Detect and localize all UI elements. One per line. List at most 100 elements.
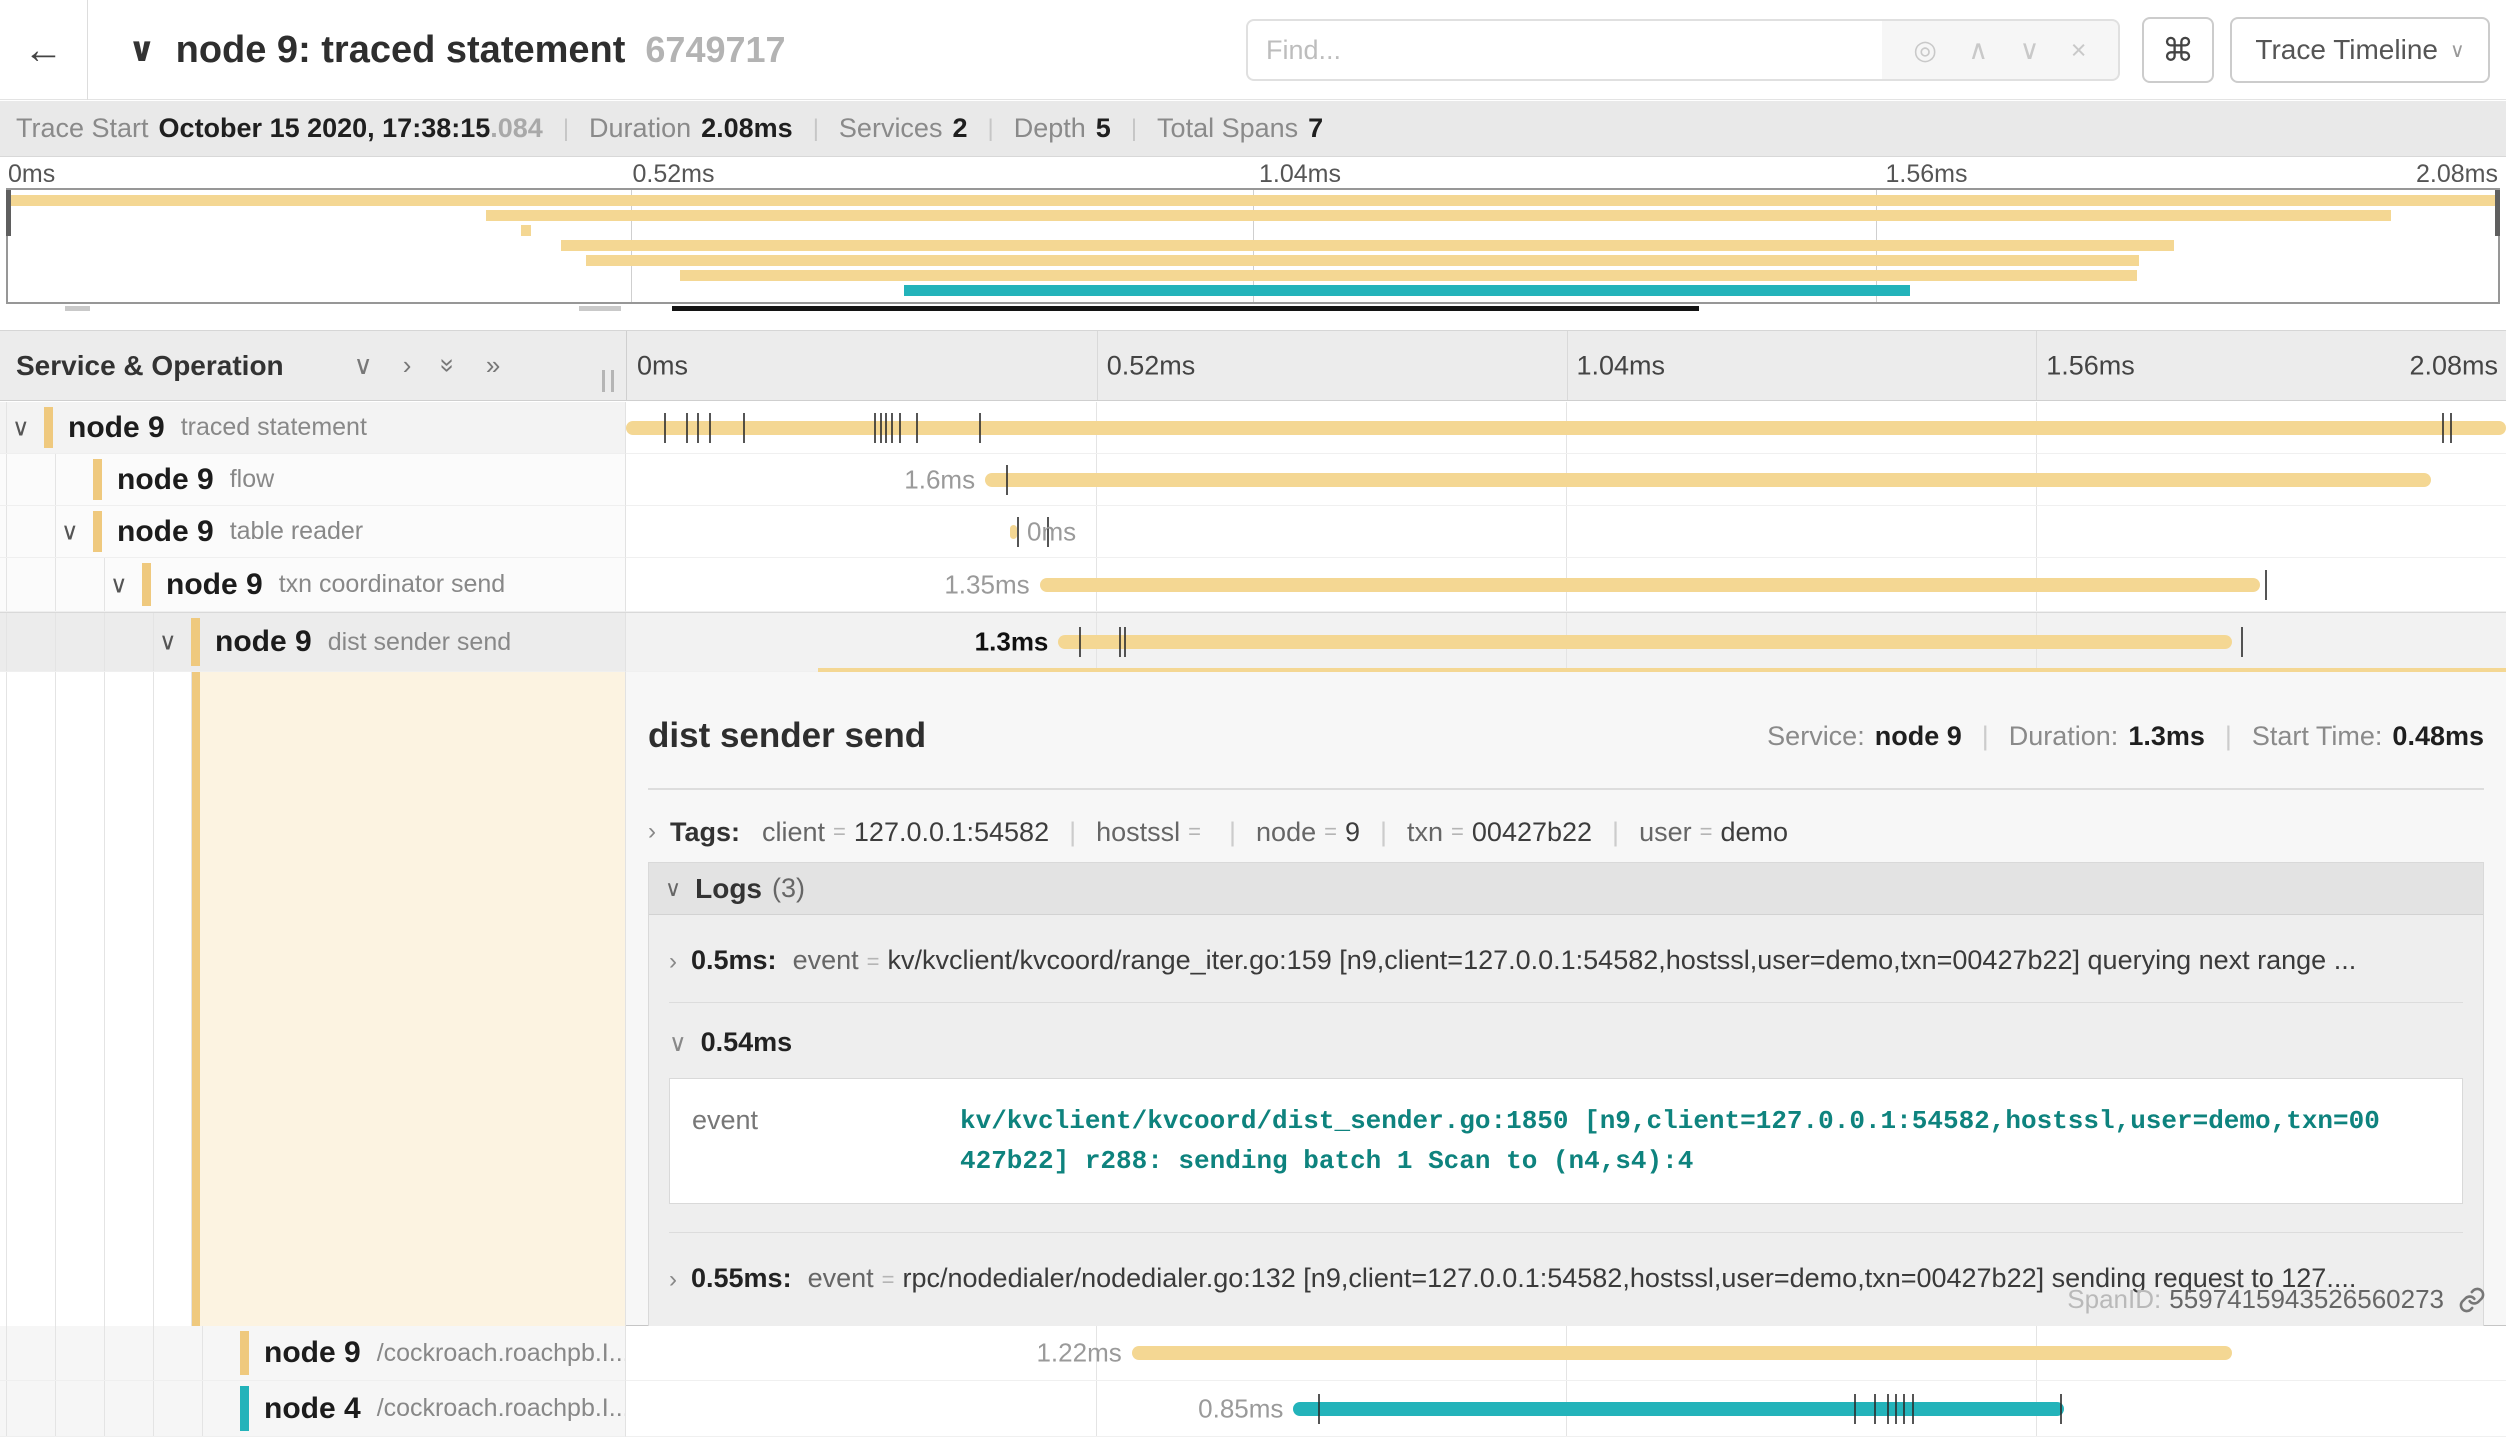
span-color-swatch: [142, 563, 151, 606]
span-row[interactable]: ∨node 9txn coordinator send1.35ms: [0, 558, 2506, 612]
span-bar[interactable]: [1010, 525, 1018, 539]
summary-label: Duration: [589, 113, 691, 144]
service-name: node 9: [117, 515, 214, 549]
log-entry-row[interactable]: ∨0.54ms: [669, 1027, 2463, 1058]
span-row[interactable]: node 9/cockroach.roachpb.I...1.22ms: [0, 1326, 2506, 1381]
column-resizer-grip[interactable]: [602, 370, 614, 392]
trace-summary-bar: Trace StartOctober 15 2020, 17:38:15.084…: [0, 101, 2506, 157]
minimap-scrubber-strip[interactable]: [0, 306, 2506, 312]
minimap-axis: 0ms0.52ms1.04ms1.56ms2.08ms: [0, 160, 2506, 188]
log-tick: [2450, 413, 2452, 443]
page-title: node 9: traced statement: [176, 29, 626, 72]
span-timeline-cell[interactable]: [626, 402, 2506, 454]
tags-title: Tags:: [670, 817, 740, 848]
tag-value: 127.0.0.1:54582: [854, 817, 1049, 848]
back-arrow-icon: ←: [24, 28, 64, 73]
tags-toggle-row[interactable]: › Tags: client=127.0.0.1:54582|hostssl=|…: [648, 808, 2484, 856]
log-tick: [1895, 1394, 1897, 1424]
chevron-down-icon[interactable]: ∨: [159, 628, 177, 657]
prev-result-icon[interactable]: ∧: [1968, 35, 1988, 66]
chevron-down-icon: ∨: [669, 1029, 687, 1058]
view-selector-button[interactable]: Trace Timeline ∨: [2230, 17, 2490, 83]
span-bar[interactable]: [985, 473, 2431, 487]
chevron-down-icon[interactable]: ∨: [12, 413, 30, 442]
service-name: node 9: [117, 463, 214, 497]
log-tick: [891, 413, 893, 443]
span-bar[interactable]: [1040, 578, 2260, 592]
summary-label: Trace Start: [16, 113, 149, 144]
log-field-value: kv/kvclient/kvcoord/range_iter.go:159 [n…: [887, 945, 2356, 976]
expand-one-icon[interactable]: ›: [403, 350, 412, 381]
minimap-scrubber-handle[interactable]: [6, 190, 11, 236]
span-color-swatch: [191, 618, 200, 666]
expand-all-icon[interactable]: »: [486, 350, 500, 381]
separator: |: [1131, 115, 1137, 143]
back-button[interactable]: ←: [0, 0, 88, 100]
tree-controls: ∨ › » »: [354, 350, 501, 381]
next-result-icon[interactable]: ∨: [2020, 35, 2040, 66]
log-tick: [1079, 627, 1081, 657]
log-field-key: event: [793, 945, 859, 976]
span-bar[interactable]: [1132, 1346, 2232, 1360]
span-row[interactable]: node 4/cockroach.roachpb.I...0.85ms: [0, 1381, 2506, 1437]
span-timeline-cell[interactable]: 1.6ms: [626, 454, 2506, 506]
tag-key: txn: [1407, 817, 1443, 848]
log-tick: [743, 413, 745, 443]
log-entry-row[interactable]: ›0.5ms:event=kv/kvclient/kvcoord/range_i…: [669, 915, 2463, 1002]
span-row[interactable]: ∨node 9traced statement: [0, 402, 2506, 454]
chevron-down-icon[interactable]: ∨: [61, 517, 79, 546]
detail-meta-label: Service:: [1767, 721, 1865, 752]
span-bar[interactable]: [626, 421, 2506, 435]
columns-header: Service & Operation ∨›»» 0ms0.52ms1.04ms…: [0, 330, 2506, 401]
clear-search-icon[interactable]: ×: [2071, 35, 2087, 66]
span-timeline-cell[interactable]: 1.3ms: [626, 613, 2506, 672]
span-timeline-cell[interactable]: 1.35ms: [626, 558, 2506, 612]
logs-title: Logs: [695, 873, 762, 905]
span-name-cell[interactable]: node 9flow: [0, 454, 626, 506]
collapse-one-icon[interactable]: ∨: [354, 350, 373, 381]
equals-sign: =: [1324, 819, 1337, 845]
logs-toggle-header[interactable]: ∨ Logs (3): [649, 863, 2483, 915]
span-timeline-cell[interactable]: 0ms: [626, 506, 2506, 558]
minimap-scrubber-handle[interactable]: [2495, 190, 2500, 236]
operation-name: txn coordinator send: [279, 570, 506, 599]
operation-name: /cockroach.roachpb.I...: [377, 1394, 626, 1423]
minimap-selection-bar[interactable]: [672, 306, 1699, 311]
span-timeline-cell[interactable]: 1.22ms: [626, 1326, 2506, 1381]
minimap-canvas[interactable]: [6, 188, 2500, 304]
link-icon[interactable]: [2458, 1286, 2486, 1314]
detail-meta-value: node 9: [1875, 721, 1962, 752]
detail-header: dist sender send Service:node 9|Duration…: [648, 708, 2484, 764]
find-input[interactable]: [1246, 19, 1882, 81]
log-tick: [1006, 465, 1008, 495]
locate-icon[interactable]: ◎: [1913, 35, 1937, 66]
span-row[interactable]: ∨node 9dist sender send1.3ms: [0, 612, 2506, 672]
tag-key: user: [1639, 817, 1692, 848]
span-bar[interactable]: [1293, 1402, 2064, 1416]
minimap-axis-label: 1.56ms: [1886, 160, 1968, 189]
equals-sign: =: [1451, 819, 1464, 845]
minimap-span-bar: [904, 285, 1910, 296]
keyboard-shortcuts-button[interactable]: ⌘: [2142, 17, 2214, 83]
span-name-cell[interactable]: ∨node 9dist sender send: [0, 613, 626, 672]
service-name: node 9: [68, 411, 165, 445]
collapse-all-icon[interactable]: »: [433, 358, 464, 372]
log-tick: [1318, 1394, 1320, 1424]
span-timeline-cell[interactable]: 0.85ms: [626, 1381, 2506, 1437]
span-name-cell[interactable]: node 4/cockroach.roachpb.I...: [0, 1381, 626, 1437]
minimap-drag-handle[interactable]: [65, 306, 90, 311]
minimap-drag-handle[interactable]: [579, 306, 622, 311]
summary-value-suffix: .084: [490, 113, 543, 144]
trace-collapse-icon[interactable]: ∨: [128, 30, 156, 70]
span-row[interactable]: ∨node 9table reader0ms: [0, 506, 2506, 558]
log-field-key: event: [670, 1079, 900, 1203]
span-name-cell[interactable]: ∨node 9txn coordinator send: [0, 558, 626, 612]
span-name-cell[interactable]: ∨node 9traced statement: [0, 402, 626, 454]
span-name-cell[interactable]: node 9/cockroach.roachpb.I...: [0, 1326, 626, 1381]
span-bar[interactable]: [1058, 635, 2231, 649]
summary-value: 2.08ms: [701, 113, 793, 144]
chevron-down-icon[interactable]: ∨: [110, 570, 128, 599]
span-row[interactable]: node 9flow1.6ms: [0, 454, 2506, 506]
span-name-cell[interactable]: ∨node 9table reader: [0, 506, 626, 558]
log-timestamp: 0.55ms:: [691, 1263, 792, 1294]
